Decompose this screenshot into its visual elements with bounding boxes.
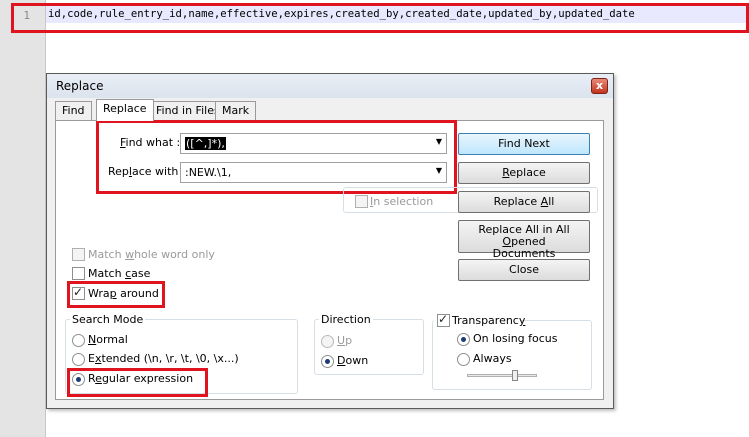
search-mode-normal-label: Normal	[88, 333, 128, 346]
direction-up-radio[interactable]	[321, 335, 334, 348]
dialog-title: Replace	[56, 79, 104, 93]
in-selection-checkbox[interactable]	[355, 195, 368, 208]
annotation-box-find-replace	[96, 120, 457, 194]
match-case-checkbox[interactable]	[72, 267, 85, 280]
transparency-on-losing-focus-label: On losing focus	[473, 332, 558, 345]
tab-replace[interactable]: Replace	[96, 99, 154, 121]
transparency-always-label: Always	[473, 352, 512, 365]
annotation-box-wrap-around	[67, 281, 165, 308]
match-case-label: Match case	[88, 267, 151, 280]
match-whole-word-checkbox[interactable]	[72, 248, 85, 261]
find-next-button[interactable]: Find Next	[458, 133, 590, 155]
search-mode-title: Search Mode	[70, 313, 146, 326]
transparency-slider[interactable]	[467, 374, 537, 377]
direction-down-label: Down	[337, 354, 369, 367]
dialog-close-button[interactable]: x	[591, 78, 608, 94]
dialog-titlebar[interactable]	[47, 74, 613, 98]
match-whole-word-label: Match whole word only	[88, 248, 215, 261]
transparency-on-losing-focus-radio[interactable]	[457, 333, 470, 346]
replace-button[interactable]: Replace	[458, 162, 590, 184]
annotation-box-code-line	[11, 3, 749, 33]
annotation-box-regex	[67, 368, 208, 397]
direction-up-label: Up	[337, 334, 353, 347]
transparency-label: Transparency	[452, 314, 526, 327]
search-mode-extended-radio[interactable]	[72, 353, 85, 366]
close-icon: x	[595, 79, 604, 92]
tab-mark[interactable]: Mark	[215, 101, 257, 120]
close-button[interactable]: Close	[458, 259, 590, 281]
replace-all-opened-button[interactable]: Replace All in All Opened Documents	[458, 220, 590, 260]
in-selection-label: In selection	[370, 195, 434, 208]
transparency-checkbox[interactable]	[437, 312, 450, 327]
replace-all-button[interactable]: Replace All	[458, 191, 590, 213]
tab-find[interactable]: Find	[55, 101, 92, 120]
transparency-slider-thumb[interactable]	[512, 370, 518, 381]
direction-down-radio[interactable]	[321, 355, 334, 368]
search-mode-extended-label: Extended (\n, \r, \t, \0, \x...)	[88, 352, 239, 365]
direction-title: Direction	[319, 313, 373, 326]
line-number-gutter	[0, 0, 46, 437]
search-mode-normal-radio[interactable]	[72, 334, 85, 347]
transparency-always-radio[interactable]	[457, 353, 470, 366]
